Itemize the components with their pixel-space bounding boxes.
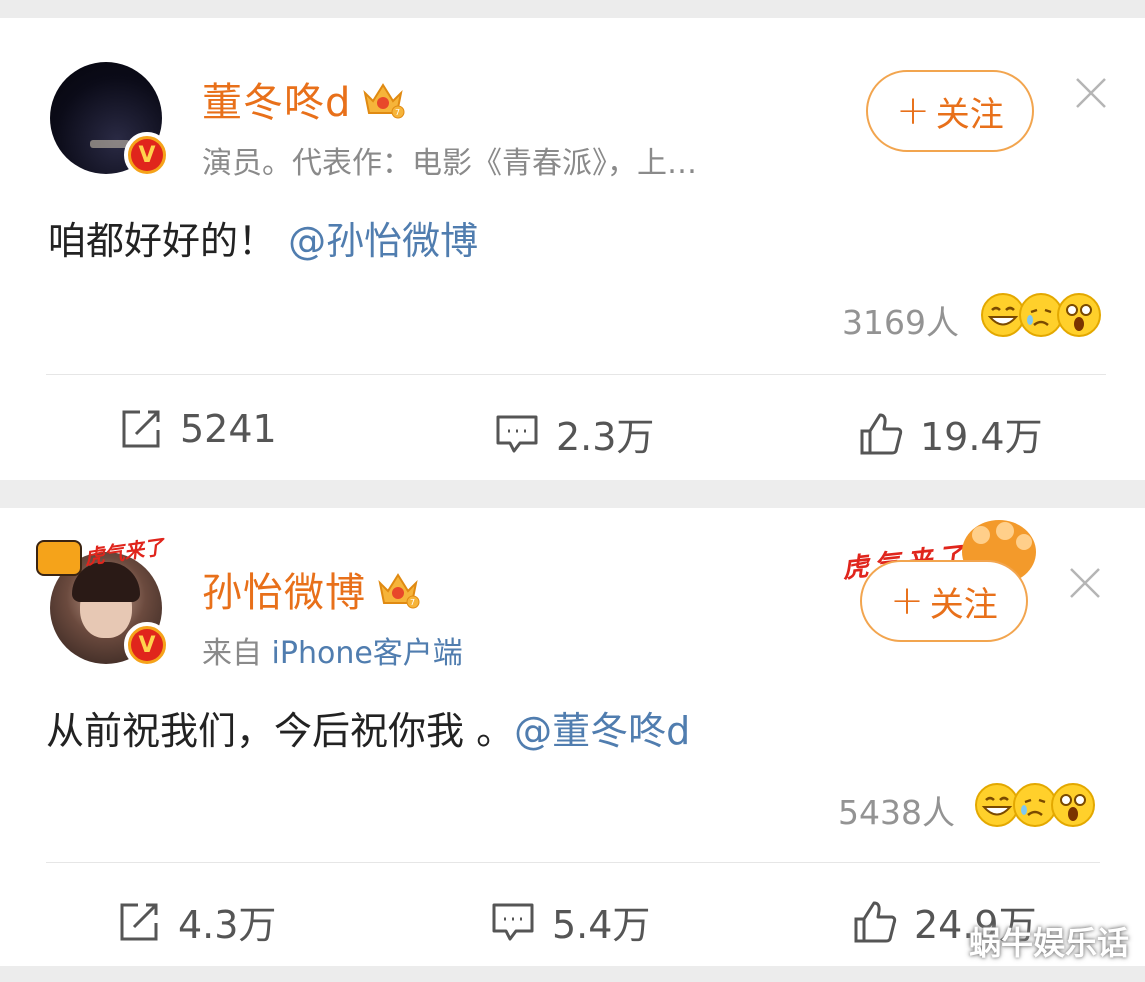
repost-icon <box>120 903 158 940</box>
surprised-emoji-icon <box>1051 783 1095 827</box>
surprised-emoji-icon <box>1057 293 1101 337</box>
author-description: 演员。代表作：电影《青春派》，上… <box>202 146 697 181</box>
plus-icon: + <box>890 578 924 624</box>
source-client-link[interactable]: iPhone客户端 <box>272 636 463 671</box>
comment-button[interactable]: 5.4万 <box>490 894 650 949</box>
watermark: 蜗牛娱乐话 <box>968 924 1129 962</box>
avatar-festival-badge: 虎气来了 <box>36 532 166 578</box>
reaction-count[interactable]: 5438人 <box>838 786 955 834</box>
like-icon <box>860 413 903 454</box>
divider <box>46 374 1106 375</box>
close-icon[interactable] <box>1068 566 1102 600</box>
bottom-separator <box>0 966 1145 982</box>
like-icon <box>854 901 897 942</box>
plus-icon: + <box>896 88 930 134</box>
repost-button[interactable]: 5241 <box>118 406 277 452</box>
post-source: 来自 iPhone客户端 <box>202 636 463 671</box>
divider <box>46 862 1100 863</box>
author-name[interactable]: 董冬咚d 7 <box>202 70 405 128</box>
comment-button[interactable]: 2.3万 <box>494 406 654 461</box>
top-separator <box>0 0 1145 18</box>
weibo-post-1: V 董冬咚d 7 演员。代表作：电影《青春派》，上… + 关注 咱都好好的！ @… <box>0 18 1145 480</box>
like-button[interactable]: 19.4万 <box>858 406 1043 461</box>
post-content: 咱都好好的！ @孙怡微博 <box>48 219 479 263</box>
crown-badge-icon: 7 <box>363 83 405 119</box>
avatar[interactable]: 虎气来了 V <box>36 535 170 668</box>
svg-text:7: 7 <box>395 108 401 117</box>
weibo-post-2: 虎气来了 V 孙怡微博 7 来自 iPhone客户端 虎气来了 + 关注 从前祝… <box>0 508 1145 966</box>
comment-icon <box>496 415 538 452</box>
svg-text:7: 7 <box>410 598 416 607</box>
verified-v-icon: V <box>124 132 170 178</box>
comment-icon <box>492 903 534 940</box>
avatar[interactable]: V <box>50 62 170 178</box>
close-icon[interactable] <box>1074 76 1108 110</box>
mention-link[interactable]: @董冬咚d <box>514 709 690 753</box>
follow-button[interactable]: + 关注 <box>860 560 1028 642</box>
mention-link[interactable]: @孙怡微博 <box>288 219 478 263</box>
post-content: 从前祝我们，今后祝你我 。@董冬咚d <box>46 709 691 753</box>
repost-button[interactable]: 4.3万 <box>116 894 276 949</box>
verified-v-icon: V <box>124 622 170 668</box>
follow-button[interactable]: + 关注 <box>866 70 1034 152</box>
post-separator <box>0 480 1145 508</box>
repost-icon <box>122 410 160 448</box>
reaction-emojis[interactable] <box>974 782 1096 828</box>
crown-badge-icon: 7 <box>378 573 420 609</box>
reaction-emojis[interactable] <box>980 292 1102 338</box>
author-name[interactable]: 孙怡微博 7 <box>202 560 420 618</box>
reaction-count[interactable]: 3169人 <box>842 296 959 344</box>
